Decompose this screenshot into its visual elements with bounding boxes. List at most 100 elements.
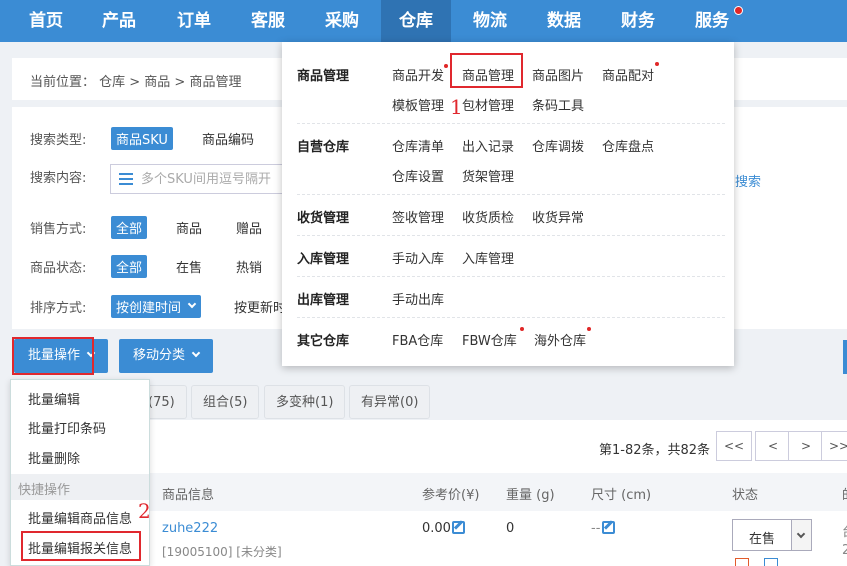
new-dot <box>444 64 448 68</box>
menu-sign-manage[interactable]: 签收管理 <box>392 207 444 226</box>
search-content-label: 搜索内容: <box>30 171 87 186</box>
quick-ops-label: 快捷操作 <box>18 483 71 498</box>
image-icon[interactable] <box>764 558 778 566</box>
select-arrow <box>791 520 811 550</box>
notification-dot <box>734 6 743 15</box>
menu-template[interactable]: 模板管理 <box>392 95 444 114</box>
menu-manual-outbound[interactable]: 手动出库 <box>392 289 444 308</box>
menu-divider <box>297 194 725 195</box>
nav-item-logistics[interactable]: 物流 <box>457 0 523 42</box>
new-dot <box>655 62 659 66</box>
nav-item-products[interactable]: 产品 <box>86 0 152 42</box>
pager-next[interactable]: > <box>788 431 824 461</box>
search-type-code[interactable]: 商品编码 <box>202 129 254 148</box>
menu-wh-transfer[interactable]: 仓库调拨 <box>532 136 584 155</box>
nav-item-warehouse[interactable]: 仓库 <box>381 0 451 42</box>
new-dot <box>520 327 524 331</box>
product-meta: [19005100] [未分类] <box>162 545 282 559</box>
tab-abnormal[interactable]: 有异常(0) <box>349 385 431 419</box>
menu-divider <box>297 276 725 277</box>
chevron-down-icon <box>187 299 197 309</box>
category-receiving: 收货管理 <box>297 211 350 226</box>
move-category-button[interactable]: 移动分类 <box>119 339 214 373</box>
sale-mode-label: 销售方式: <box>30 222 87 237</box>
status-label: 商品状态: <box>30 261 87 276</box>
search-input[interactable] <box>141 170 281 188</box>
search-box[interactable] <box>110 164 285 194</box>
menu-goods-dev[interactable]: 商品开发 <box>392 65 444 84</box>
sort-dropdown[interactable]: 按创建时间 <box>111 295 202 318</box>
col-ref-price: 参考价(¥) <box>422 488 480 503</box>
tab-variants[interactable]: 多变种(1) <box>264 385 346 419</box>
breadcrumb: 当前位置： 仓库 > 商品 > 商品管理 <box>30 75 242 90</box>
menu-wh-stocktake[interactable]: 仓库盘点 <box>602 136 654 155</box>
menu-packaging[interactable]: 包材管理 <box>462 95 514 114</box>
menu-divider <box>297 235 725 236</box>
menu-receive-exception[interactable]: 收货异常 <box>532 207 584 226</box>
nav-item-data[interactable]: 数据 <box>531 0 597 42</box>
pager-first[interactable]: << <box>716 431 752 461</box>
product-name-link[interactable]: zuhe222 <box>162 521 218 536</box>
menu-batch-delete[interactable]: 批量删除 <box>28 448 80 467</box>
col-status: 状态 <box>732 488 759 503</box>
menu-wh-settings[interactable]: 仓库设置 <box>392 166 444 185</box>
pager-prev[interactable]: < <box>755 431 791 461</box>
menu-manual-inbound[interactable]: 手动入库 <box>392 248 444 267</box>
search-type-label: 搜索类型: <box>30 133 87 148</box>
new-dot <box>587 327 591 331</box>
menu-divider <box>297 317 725 318</box>
menu-batch-edit[interactable]: 批量编辑 <box>28 389 80 408</box>
batch-ops-menu: 批量编辑 批量打印条码 批量删除 快捷操作 批量编辑商品信息 批量编辑报关信息 … <box>10 379 151 566</box>
chevron-down-icon <box>191 348 201 358</box>
status-select[interactable]: 在售 <box>732 519 812 551</box>
menu-overseas[interactable]: 海外仓库 <box>534 330 586 349</box>
menu-io-records[interactable]: 出入记录 <box>462 136 514 155</box>
sort-dropdown-label: 按创建时间 <box>116 301 182 316</box>
menu-inbound-manage[interactable]: 入库管理 <box>462 248 514 267</box>
nav-item-finance[interactable]: 财务 <box>605 0 671 42</box>
nav-item-purchase[interactable]: 采购 <box>309 0 375 42</box>
menu-wh-list[interactable]: 仓库清单 <box>392 136 444 155</box>
pager-last[interactable]: >> <box>821 431 847 461</box>
menu-goods-images[interactable]: 商品图片 <box>532 65 584 84</box>
sale-mode-gift[interactable]: 赠品 <box>236 218 262 237</box>
sale-mode-goods[interactable]: 商品 <box>176 218 202 237</box>
sale-mode-all[interactable]: 全部 <box>111 216 148 239</box>
right-button-edge[interactable] <box>843 340 847 374</box>
status-on-sale[interactable]: 在售 <box>176 257 202 276</box>
ref-price-value: 0.00 <box>422 521 451 536</box>
highlight-customs-info <box>21 531 141 561</box>
category-goods: 商品管理 <box>297 69 350 84</box>
extra-value-2: 2 <box>842 543 847 558</box>
search-type-sku[interactable]: 商品SKU <box>111 127 173 150</box>
menu-receive-qc[interactable]: 收货质检 <box>462 207 514 226</box>
annotation-2: 2 <box>138 499 151 523</box>
menu-goods-pairing[interactable]: 商品配对 <box>602 65 654 84</box>
nav-item-orders[interactable]: 订单 <box>161 0 227 42</box>
pager-summary: 第1-82条，共82条 <box>599 443 711 458</box>
menu-batch-edit-product-info[interactable]: 批量编辑商品信息 <box>28 508 132 527</box>
menu-barcode-tool[interactable]: 条码工具 <box>532 95 584 114</box>
tab-combo[interactable]: 组合(5) <box>191 385 260 419</box>
edit-price-icon[interactable] <box>452 521 465 534</box>
menu-fba[interactable]: FBA仓库 <box>392 330 443 349</box>
menu-batch-print-barcode[interactable]: 批量打印条码 <box>28 418 106 437</box>
col-weight: 重量 (g) <box>506 488 555 503</box>
nav-item-home[interactable]: 首页 <box>13 0 79 42</box>
menu-shelf-manage[interactable]: 货架管理 <box>462 166 514 185</box>
chevron-down-icon <box>796 529 806 539</box>
search-link[interactable]: 搜索 <box>735 171 761 190</box>
status-hot[interactable]: 热销 <box>236 257 262 276</box>
sort-by-update[interactable]: 按更新时 <box>234 297 286 316</box>
tag-icon[interactable] <box>735 558 749 566</box>
nav-item-service[interactable]: 客服 <box>235 0 301 42</box>
edit-size-icon[interactable] <box>602 521 615 534</box>
col-size: 尺寸 (cm) <box>591 488 652 503</box>
warehouse-mega-menu: 商品管理 商品开发 商品管理 商品图片 商品配对 模板管理 包材管理 条码工具 … <box>282 42 734 366</box>
category-self-wh: 自营仓库 <box>297 140 350 155</box>
menu-fbw[interactable]: FBW仓库 <box>462 330 517 349</box>
highlight-goods-manage <box>450 53 523 88</box>
status-all[interactable]: 全部 <box>111 255 148 278</box>
size-value: -- <box>591 521 601 536</box>
status-select-value: 在售 <box>749 532 776 547</box>
